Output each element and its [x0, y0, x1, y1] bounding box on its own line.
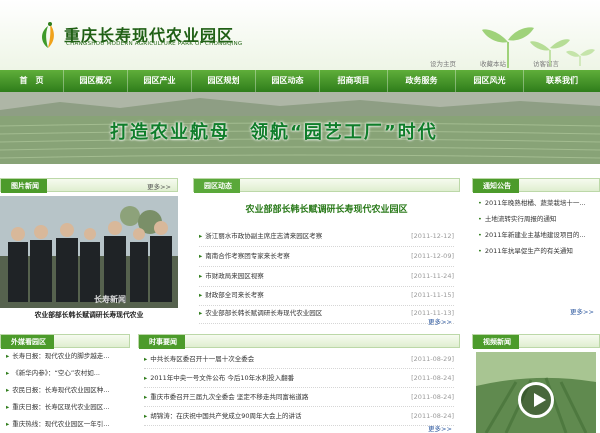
- photo-news-tag: 图片新闻: [1, 179, 47, 193]
- park-news-header: 园区动态: [193, 178, 460, 193]
- play-button[interactable]: [518, 382, 554, 418]
- photo-news-image[interactable]: 长寿新闻: [0, 196, 178, 308]
- list-item[interactable]: ▸ 市财政局来园区视察 [2011-11-24]: [199, 266, 454, 287]
- photo-news-header: 图片新闻 更多>>: [0, 178, 178, 193]
- list-item[interactable]: ▸ 胡锦涛：在庆祝中国共产党成立90周年大会上的讲话 [2011-08-24]: [144, 407, 454, 426]
- current-news-panel: ▸ 中共长寿区委召开十一届十次全委会 [2011-08-29] ▸ 2011年中央一号…: [138, 348, 460, 433]
- external-news-header: 外媒看园区: [0, 334, 130, 349]
- list-item[interactable]: ▸ 农民日报：长寿现代农业园区种...: [6, 382, 128, 399]
- park-news-more-link[interactable]: 更多>>: [428, 316, 452, 326]
- notice-header: 通知公告: [472, 178, 600, 193]
- park-news-headline[interactable]: 农业部部长韩长赋调研长寿现代农业园区: [193, 202, 460, 215]
- notice-more-link[interactable]: 更多>>: [570, 306, 594, 316]
- sprout-decoration-icon: [482, 27, 595, 68]
- list-item[interactable]: ▸ 重庆热线：现代农业园区一年引...: [6, 416, 128, 433]
- list-item[interactable]: • 2011年抗旱促生产的有关通知: [478, 242, 600, 260]
- notice-tag: 通知公告: [473, 179, 519, 193]
- nav-park-overview[interactable]: 园区概况: [64, 70, 128, 92]
- play-icon: [534, 393, 546, 407]
- external-news-tag: 外媒看园区: [1, 335, 54, 349]
- list-item[interactable]: ▸ 农业部部长韩长赋调研长寿现代农业园区 [2011-11-13]: [199, 303, 454, 324]
- photo-news-caption[interactable]: 农业部部长韩长赋调研长寿现代农业: [0, 309, 178, 321]
- banner-slogan: 打造农业航母 领航“园艺工厂”时代: [110, 122, 438, 143]
- park-logo-icon: [42, 22, 54, 48]
- video-news-header: 视频新闻: [472, 334, 600, 349]
- external-news-panel: ▸ 长寿日报：现代农业的脚步越走... ▸ 《新华内参》：“空心”农村如... ▸ 农…: [0, 348, 130, 433]
- list-item[interactable]: ▸ 南南合作考察团专家来长考察 [2011-12-09]: [199, 246, 454, 267]
- current-news-more-link[interactable]: 更多>>: [428, 423, 452, 433]
- list-item[interactable]: ▸ 《新华内参》：“空心”农村如...: [6, 365, 128, 382]
- video-news-tag: 视频新闻: [473, 335, 519, 349]
- nav-contact-us[interactable]: 联系我们: [524, 70, 600, 92]
- list-item[interactable]: ▸ 重庆日报：长寿区现代农业园区...: [6, 399, 128, 416]
- nav-investment[interactable]: 招商项目: [320, 70, 388, 92]
- photo-news-people-image: 长寿新闻: [0, 196, 178, 308]
- current-news-tag: 时事要闻: [139, 335, 185, 349]
- video-player[interactable]: [476, 352, 596, 433]
- nav-park-scenery[interactable]: 园区风光: [456, 70, 524, 92]
- nav-government-services[interactable]: 政务服务: [388, 70, 456, 92]
- list-item[interactable]: ▸ 长寿日报：现代农业的脚步越走...: [6, 348, 128, 365]
- svg-text:长寿新闻: 长寿新闻: [94, 294, 126, 304]
- list-item[interactable]: ▸ 重庆市委召开三届九次全委会 坚定不移走共同富裕道路 [2011-08-24]: [144, 388, 454, 407]
- nav-park-industry[interactable]: 园区产业: [128, 70, 192, 92]
- list-item[interactable]: ▸ 浙江丽水市政协副主席庄志清来园区考察 [2011-12-12]: [199, 226, 454, 247]
- current-news-header: 时事要闻: [138, 334, 460, 349]
- nav-park-planning[interactable]: 园区规划: [192, 70, 256, 92]
- site-header: 重庆长寿现代农业园区 CHANGSHOU MODERN AGRICULTURE …: [0, 0, 600, 70]
- set-homepage-link[interactable]: 设为主页: [430, 58, 456, 68]
- park-news-panel: 农业部部长韩长赋调研长寿现代农业园区 ▸ 浙江丽水市政协副主席庄志清来园区考察 [2…: [193, 192, 460, 326]
- list-item[interactable]: ▸ 2011年中央一号文件公布 今后10年水利投入翻番 [2011-08-24]: [144, 369, 454, 388]
- photo-news-more-link[interactable]: 更多>>: [147, 181, 171, 191]
- nav-home[interactable]: 首 页: [0, 70, 64, 92]
- park-news-tag: 园区动态: [194, 179, 240, 193]
- list-item[interactable]: ▸ 中共长寿区委召开十一届十次全委会 [2011-08-29]: [144, 350, 454, 369]
- site-subtitle: CHANGSHOU MODERN AGRICULTURE PARK OF CHO…: [66, 41, 243, 47]
- nav-park-news[interactable]: 园区动态: [256, 70, 320, 92]
- main-nav: 首 页 园区概况 园区产业 园区规划 园区动态 招商项目 政务服务 园区风光 联…: [0, 70, 600, 92]
